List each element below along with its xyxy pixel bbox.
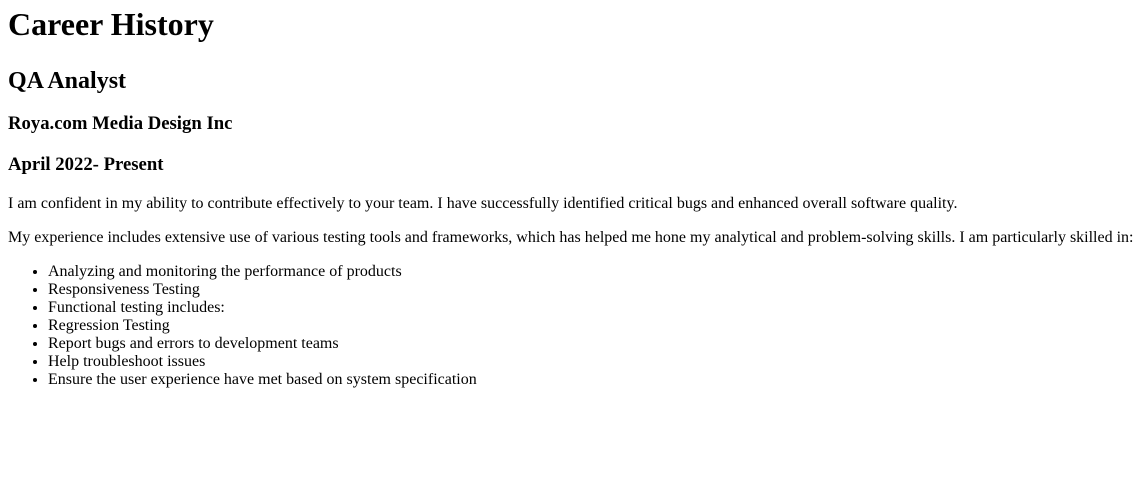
skills-list: Analyzing and monitoring the performance… [8, 263, 1133, 389]
page-title: Career History [8, 6, 214, 42]
company-name: Roya.com Media Design Inc [8, 113, 233, 134]
career-history-section: Career History QA Analyst Roya.com Media… [0, 6, 1141, 389]
employment-dates: April 2022- Present [8, 154, 164, 175]
experience-paragraph: My experience includes extensive use of … [8, 229, 1134, 246]
list-item: Responsiveness Testing [48, 281, 1133, 299]
list-item: Report bugs and errors to development te… [48, 335, 1133, 353]
list-item: Functional testing includes: [48, 299, 1133, 317]
list-item: Regression Testing [48, 317, 1133, 335]
list-item: Analyzing and monitoring the performance… [48, 263, 1133, 281]
list-item: Help troubleshoot issues [48, 353, 1133, 371]
job-title: QA Analyst [8, 68, 127, 94]
list-item: Ensure the user experience have met base… [48, 371, 1133, 389]
intro-paragraph: I am confident in my ability to contribu… [8, 195, 958, 212]
